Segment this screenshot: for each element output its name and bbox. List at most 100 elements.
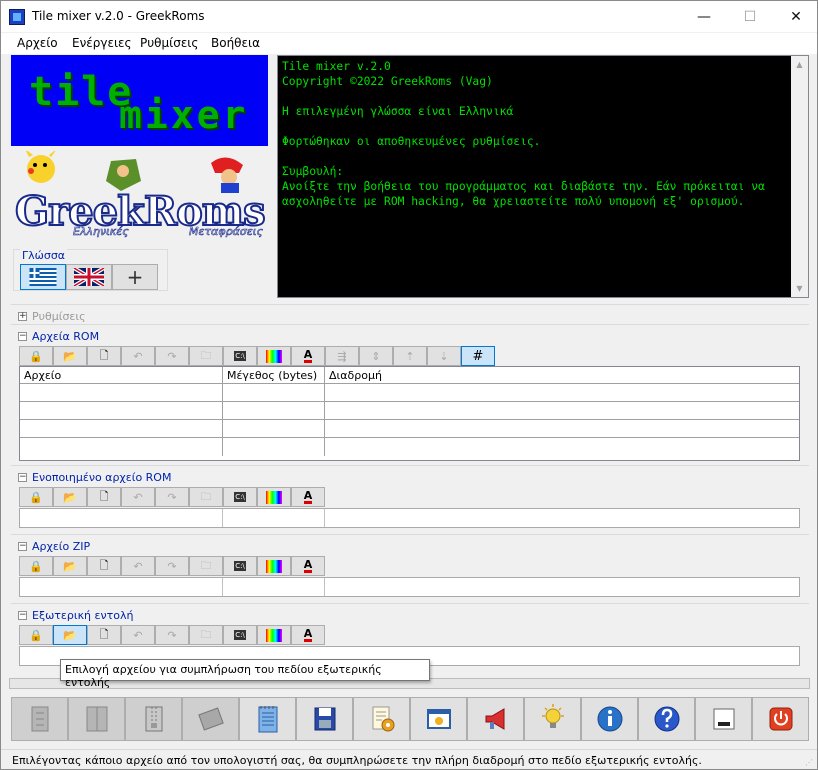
palette-icon [266, 490, 282, 504]
open-file-button[interactable]: 📂 [53, 556, 87, 576]
move-down-button[interactable]: ⇣ [427, 346, 461, 366]
minimize-button[interactable]: — [681, 1, 727, 32]
maximize-button[interactable]: ☐ [727, 1, 773, 32]
lock-button[interactable]: 🔒 [19, 487, 53, 507]
menu-file[interactable]: Αρχείο [17, 36, 58, 50]
merged-rom-section-header[interactable]: − Ενοποιημένο αρχείο ROM [18, 470, 171, 484]
window-button[interactable] [410, 697, 467, 741]
menu-actions[interactable]: Ενέργειες [72, 36, 132, 50]
archive-button[interactable] [182, 697, 239, 741]
app-window: Tile mixer v.2.0 - GreekRoms — ☐ ✕ Αρχεί… [0, 0, 818, 770]
collapse-icon[interactable]: − [18, 331, 27, 341]
announce-button[interactable] [467, 697, 524, 741]
rom-files-table[interactable]: Αρχείο Μέγεθος (bytes) Διαδρομή [19, 366, 800, 461]
lock-icon: 🔒 [29, 490, 43, 504]
palette-icon [266, 559, 282, 573]
english-language-button[interactable] [66, 264, 112, 290]
output-console[interactable]: Tile mixer v.2.0 Copyright ©2022 GreekRo… [277, 55, 809, 298]
new-file-icon: 🗋 [99, 348, 109, 362]
table-row[interactable] [20, 420, 799, 438]
help-button[interactable] [638, 697, 695, 741]
redo-button[interactable]: ↷ [155, 346, 189, 366]
folder-button[interactable]: 🗀 [189, 556, 223, 576]
add-language-button[interactable]: + [112, 264, 158, 290]
external-command-section-header[interactable]: − Εξωτερική εντολή [18, 608, 133, 622]
notepad-button[interactable] [239, 697, 296, 741]
title-bar[interactable]: Tile mixer v.2.0 - GreekRoms — ☐ ✕ [1, 1, 817, 32]
merged-rom-field[interactable] [19, 508, 800, 528]
save-button[interactable] [296, 697, 353, 741]
table-row[interactable] [20, 438, 799, 456]
rom-files-section-header[interactable]: − Αρχεία ROM [18, 329, 99, 343]
lock-button[interactable]: 🔒 [19, 346, 53, 366]
console-button[interactable]: C:\ [223, 556, 257, 576]
minimize-icon [713, 708, 734, 730]
merge-button[interactable] [68, 697, 125, 741]
idea-button[interactable] [524, 697, 581, 741]
split-icon [31, 706, 48, 732]
move-button[interactable]: ⇶ [325, 346, 359, 366]
zip-button[interactable] [125, 697, 182, 741]
folder-button[interactable]: 🗀 [189, 487, 223, 507]
console-scrollbar[interactable]: ▲ ▼ [791, 56, 808, 297]
zip-field[interactable] [19, 577, 800, 597]
zip-section-header[interactable]: − Αρχείο ZIP [18, 539, 90, 553]
redo-button[interactable]: ↷ [155, 487, 189, 507]
redo-button[interactable]: ↷ [155, 556, 189, 576]
font-color-button[interactable]: A [291, 556, 325, 576]
resize-grip-icon[interactable]: ⋰ [805, 758, 815, 768]
expand-icon[interactable]: + [18, 311, 27, 321]
font-color-button[interactable]: A [291, 625, 325, 645]
sort-button[interactable]: ⇕ [359, 346, 393, 366]
scroll-down-arrow-icon[interactable]: ▼ [791, 280, 808, 297]
new-file-button[interactable]: 🗋 [87, 487, 121, 507]
open-file-button[interactable]: 📂 [53, 625, 87, 645]
undo-button[interactable]: ↶ [121, 625, 155, 645]
greek-language-button[interactable] [20, 264, 66, 290]
collapse-icon[interactable]: − [18, 610, 27, 620]
lock-button[interactable]: 🔒 [19, 625, 53, 645]
console-button[interactable]: C:\ [223, 346, 257, 366]
new-file-button[interactable]: 🗋 [87, 625, 121, 645]
palette-button[interactable] [257, 625, 291, 645]
table-row[interactable] [20, 384, 799, 402]
folder-button[interactable]: 🗀 [189, 346, 223, 366]
menu-settings[interactable]: Ρυθμίσεις [140, 36, 198, 50]
undo-button[interactable]: ↶ [121, 346, 155, 366]
plus-icon: + [126, 265, 144, 289]
font-color-button[interactable]: A [291, 487, 325, 507]
settings-doc-button[interactable] [353, 697, 410, 741]
info-icon [597, 706, 622, 732]
menu-help[interactable]: Βοήθεια [211, 36, 260, 50]
new-file-button[interactable]: 🗋 [87, 346, 121, 366]
column-size[interactable]: Μέγεθος (bytes) [223, 367, 325, 383]
font-color-button[interactable]: A [291, 346, 325, 366]
exit-button[interactable] [752, 697, 809, 741]
lock-button[interactable]: 🔒 [19, 556, 53, 576]
open-file-button[interactable]: 📂 [53, 346, 87, 366]
close-button[interactable]: ✕ [773, 1, 818, 32]
redo-button[interactable]: ↷ [155, 625, 189, 645]
open-file-button[interactable]: 📂 [53, 487, 87, 507]
new-file-button[interactable]: 🗋 [87, 556, 121, 576]
palette-button[interactable] [257, 346, 291, 366]
minimize-to-tray-button[interactable] [695, 697, 752, 741]
settings-section-header[interactable]: + Ρυθμίσεις [18, 309, 86, 323]
collapse-icon[interactable]: − [18, 472, 27, 482]
undo-button[interactable]: ↶ [121, 487, 155, 507]
collapse-icon[interactable]: − [18, 541, 27, 551]
table-row[interactable] [20, 402, 799, 420]
palette-button[interactable] [257, 556, 291, 576]
console-button[interactable]: C:\ [223, 625, 257, 645]
info-button[interactable] [581, 697, 638, 741]
palette-button[interactable] [257, 487, 291, 507]
undo-button[interactable]: ↶ [121, 556, 155, 576]
console-button[interactable]: C:\ [223, 487, 257, 507]
folder-button[interactable]: 🗀 [189, 625, 223, 645]
grid-button[interactable]: # [461, 346, 495, 366]
column-file[interactable]: Αρχείο [20, 367, 223, 383]
scroll-up-arrow-icon[interactable]: ▲ [791, 56, 808, 73]
move-up-button[interactable]: ⇡ [393, 346, 427, 366]
split-button[interactable] [11, 697, 68, 741]
column-path[interactable]: Διαδρομή [325, 367, 799, 383]
